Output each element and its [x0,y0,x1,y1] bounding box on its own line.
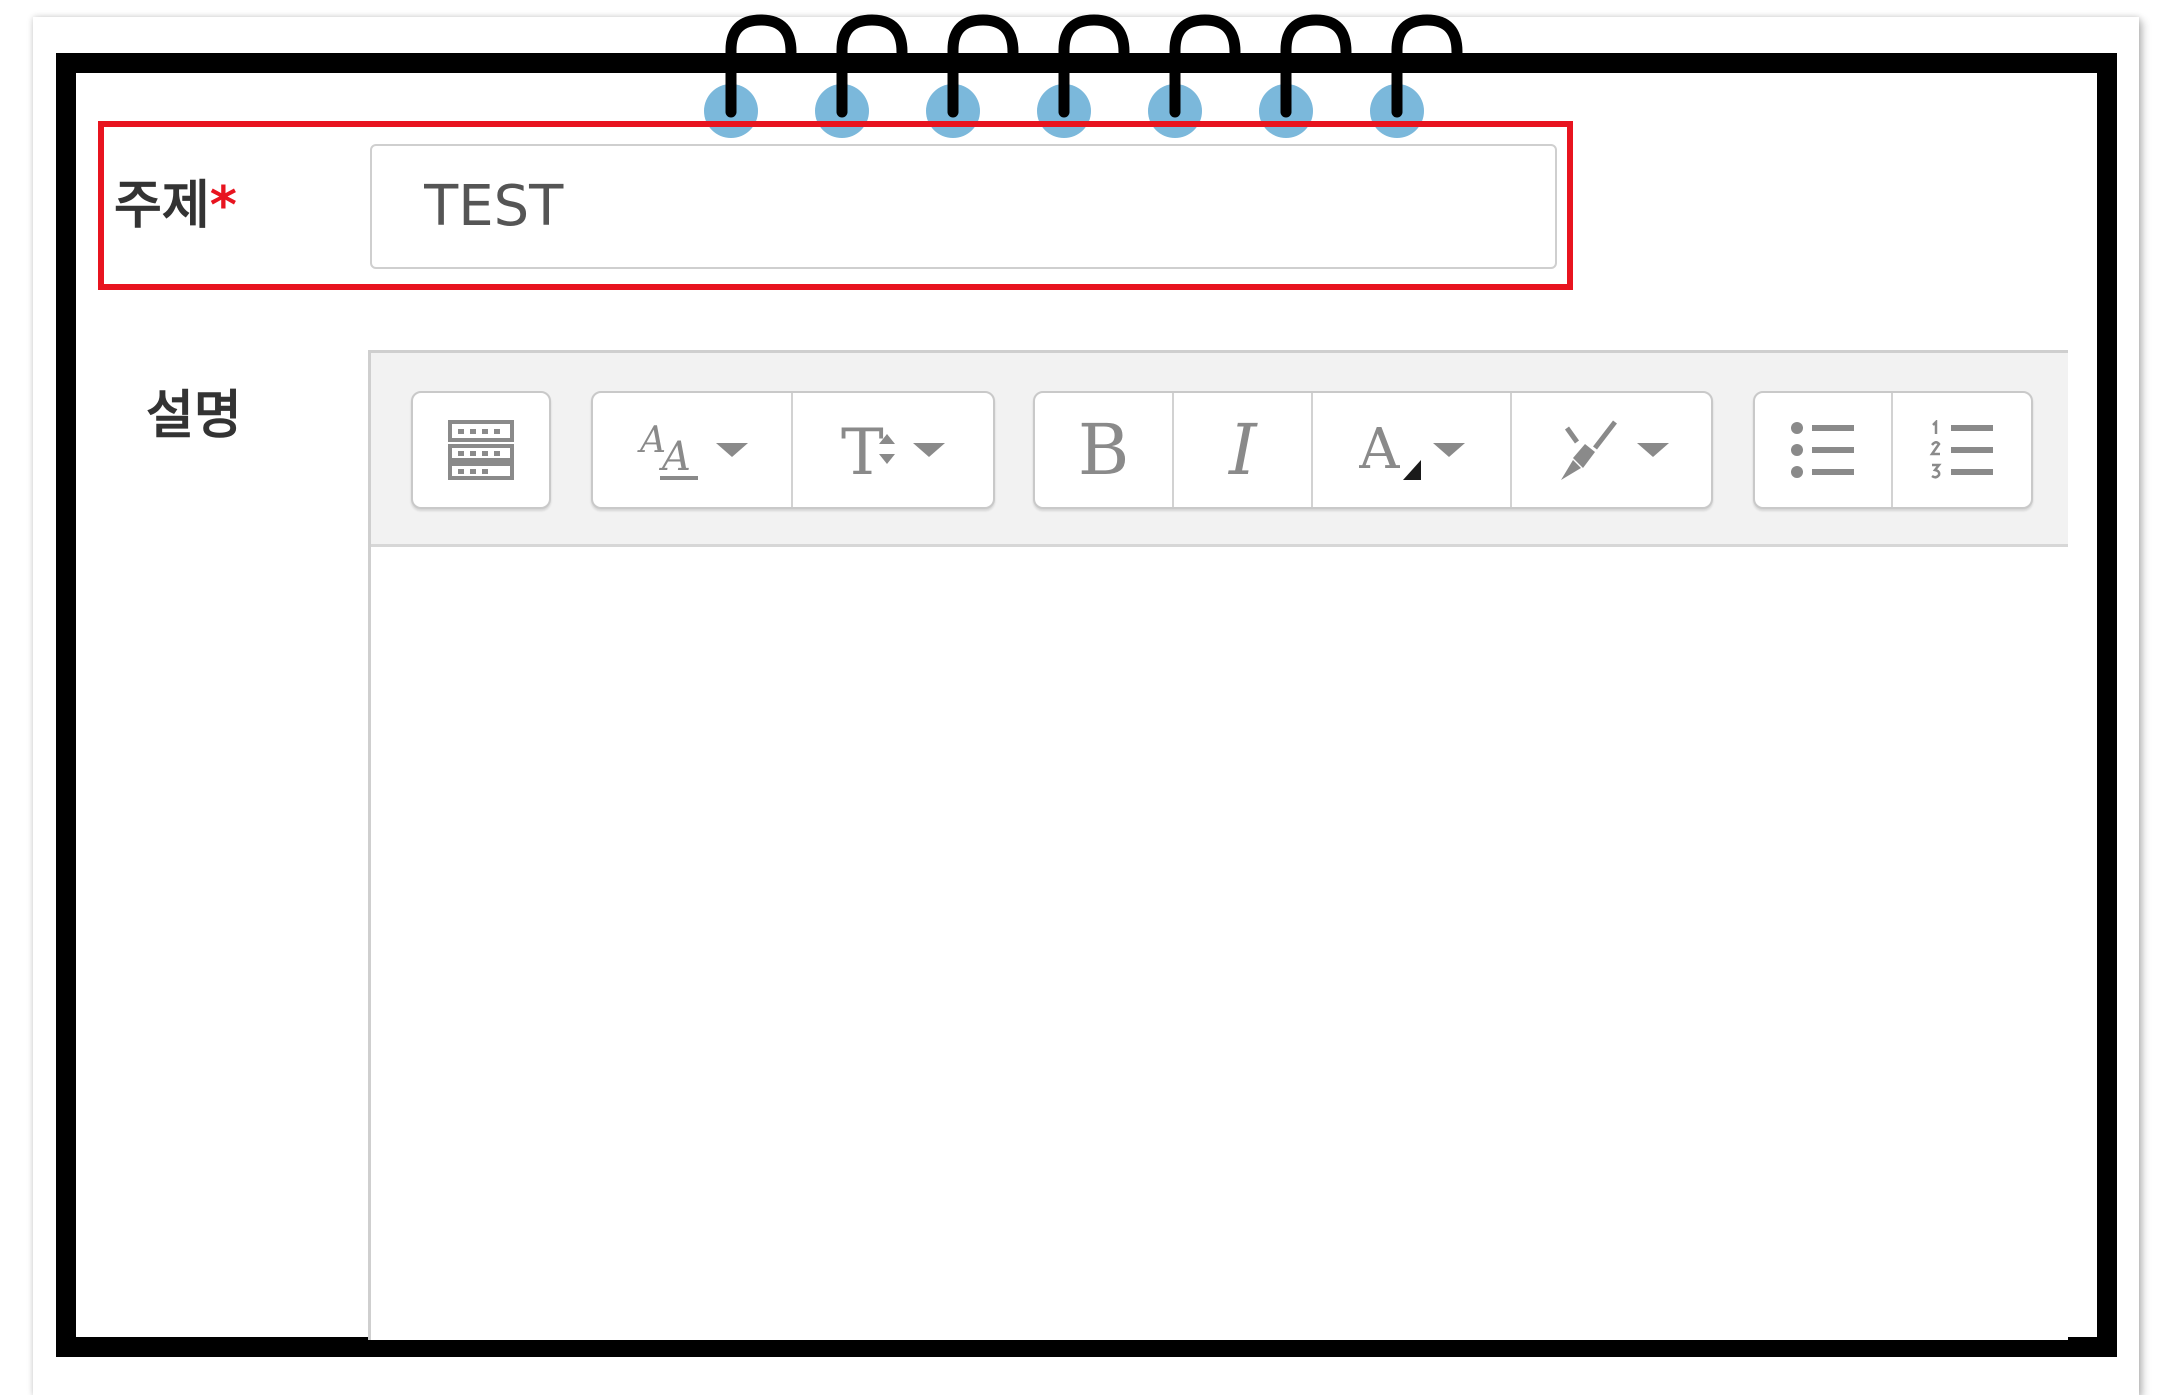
subject-label: 주제* [114,176,237,236]
required-asterisk: * [209,176,237,236]
description-editor: A A T B I A [368,350,2068,1340]
subject-input[interactable] [370,144,1557,269]
font-color-icon: A [1359,418,1421,482]
bold-button[interactable]: B [1035,393,1175,507]
toolbar-toggle-button[interactable] [413,393,549,507]
toolbar-group-toggle [411,391,551,509]
description-label: 설명 [146,386,242,446]
svg-text:A: A [658,434,691,480]
chevron-down-icon [1636,443,1669,457]
ordered-list-icon [1929,420,1993,479]
font-size-icon: T [841,418,895,482]
chevron-down-icon [913,443,945,457]
unordered-list-icon [1791,422,1854,478]
toolbar-toggle-icon [448,420,514,480]
chevron-down-icon [716,443,748,457]
italic-button[interactable]: I [1174,393,1314,507]
paragraph-style-icon: A A [637,420,698,480]
editor-toolbar: A A T B I A [371,353,2068,547]
unordered-list-button[interactable] [1755,393,1894,507]
ordered-list-button[interactable] [1893,393,2031,507]
highlight-button[interactable] [1512,393,1711,507]
chevron-down-icon [1432,443,1465,457]
toolbar-group-style: A A T [591,391,995,509]
svg-text:T: T [841,418,884,482]
editor-content-area[interactable] [371,547,2068,1340]
highlight-icon [1560,420,1617,480]
bold-icon: B [1077,409,1130,491]
paragraph-style-button[interactable]: A A [593,393,794,507]
toolbar-group-format: B I A [1033,391,1713,509]
italic-icon: I [1228,409,1257,491]
svg-text:A: A [1359,418,1400,482]
font-color-button[interactable]: A [1313,393,1513,507]
toolbar-group-lists [1753,391,2033,509]
font-size-button[interactable]: T [793,393,993,507]
